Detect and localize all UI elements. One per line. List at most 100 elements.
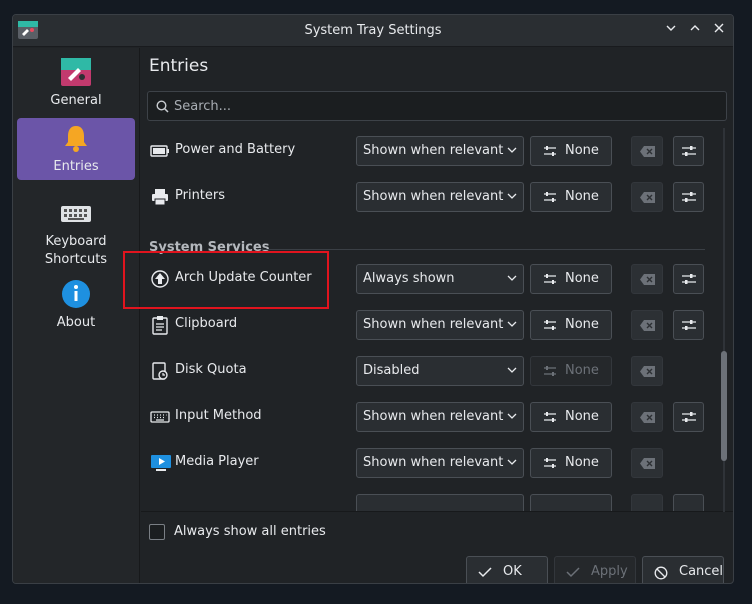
sidebar-item-keyboard-shortcuts[interactable]: Keyboard Shortcuts — [17, 194, 135, 267]
configure-button[interactable] — [673, 264, 704, 294]
scrollbar-thumb[interactable] — [721, 351, 727, 461]
clear-icon — [640, 192, 655, 203]
shortcut-value: None — [565, 189, 599, 204]
visibility-dropdown[interactable]: Shown when relevant — [356, 402, 524, 432]
configure-icon — [682, 192, 696, 202]
shortcut-button[interactable]: None — [530, 448, 612, 478]
list-item: Media Player Shown when relevant None — [141, 440, 721, 486]
shortcut-button[interactable]: None — [530, 310, 612, 340]
sliders-icon — [544, 274, 556, 284]
sidebar-item-label: About — [56, 315, 96, 330]
shortcut-value: None — [565, 455, 599, 470]
list-scrollbar[interactable] — [720, 128, 728, 512]
sliders-icon — [544, 366, 556, 376]
list-item: Clipboard Shown when relevant None — [141, 302, 721, 348]
configure-icon — [682, 274, 696, 284]
sidebar-item-entries[interactable]: Entries — [17, 118, 135, 180]
list-item: Arch Update Counter Always shown None — [141, 256, 721, 302]
checkmark-icon — [478, 567, 492, 578]
shortcut-button[interactable]: None — [530, 182, 612, 212]
sliders-icon — [544, 412, 556, 422]
apply-button[interactable]: Apply — [554, 556, 636, 583]
clear-icon — [640, 412, 655, 423]
clear-icon — [640, 458, 655, 469]
configure-button[interactable] — [673, 136, 704, 166]
shortcut-value: None — [565, 317, 599, 332]
clear-shortcut-button[interactable] — [631, 182, 663, 212]
configure-button[interactable] — [673, 182, 704, 212]
section-divider — [261, 249, 705, 250]
search-box[interactable] — [147, 91, 727, 121]
info-icon — [62, 280, 90, 308]
page-title: Entries — [149, 56, 209, 76]
shortcut-button[interactable]: None — [530, 136, 612, 166]
cancel-label: Cancel — [679, 564, 724, 579]
visibility-value: Shown when relevant — [363, 317, 504, 332]
ok-label: OK — [503, 564, 522, 579]
clear-shortcut-button[interactable] — [631, 448, 663, 478]
visibility-dropdown[interactable]: Shown when relevant — [356, 182, 524, 212]
list-item: Disk Quota Disabled None — [141, 348, 721, 394]
visibility-value: Shown when relevant — [363, 143, 504, 158]
sidebar-item-about[interactable]: About — [17, 274, 135, 336]
entry-label: Arch Update Counter — [175, 270, 312, 285]
clear-shortcut-button[interactable] — [631, 264, 663, 294]
title-bar: System Tray Settings — [13, 15, 733, 47]
chevron-down-icon — [507, 367, 517, 373]
minimize-button[interactable] — [661, 21, 681, 41]
visibility-value: Always shown — [363, 271, 455, 286]
close-button[interactable] — [709, 21, 729, 41]
keyboard-icon — [61, 206, 91, 222]
keyboard-icon — [150, 411, 170, 423]
clear-shortcut-button[interactable] — [631, 310, 663, 340]
cancel-icon — [654, 566, 668, 580]
chevron-down-icon — [666, 25, 676, 31]
maximize-button[interactable] — [685, 21, 705, 41]
configure-button[interactable] — [673, 494, 704, 511]
list-item: Input Method Shown when relevant None — [141, 394, 721, 440]
general-settings-icon — [61, 58, 91, 86]
configure-icon — [682, 320, 696, 330]
shortcut-button[interactable]: None — [530, 264, 612, 294]
shortcut-value: None — [565, 409, 599, 424]
visibility-dropdown[interactable]: Shown when relevant — [356, 310, 524, 340]
configure-icon — [682, 146, 696, 156]
clear-shortcut-button[interactable] — [631, 402, 663, 432]
search-icon — [156, 100, 169, 113]
visibility-value: Shown when relevant — [363, 455, 504, 470]
clear-shortcut-button[interactable] — [631, 136, 663, 166]
chevron-down-icon — [507, 275, 517, 281]
main-panel: Entries Power and Battery Shown when rel… — [141, 48, 733, 583]
list-item: Power and Battery Shown when relevant No… — [141, 128, 721, 174]
chevron-up-icon — [690, 25, 700, 31]
chevron-down-icon — [507, 321, 517, 327]
shortcut-button[interactable] — [530, 494, 612, 511]
sidebar: General Entries Keyboard Shortcuts About — [13, 48, 140, 583]
shortcut-button[interactable]: None — [530, 356, 612, 386]
configure-button[interactable] — [673, 402, 704, 432]
shortcut-button[interactable]: None — [530, 402, 612, 432]
visibility-dropdown[interactable]: Shown when relevant — [356, 448, 524, 478]
sliders-icon — [544, 458, 556, 468]
entry-label: Power and Battery — [175, 142, 296, 157]
close-icon — [714, 23, 724, 33]
visibility-dropdown[interactable]: Shown when relevant — [356, 136, 524, 166]
list-item: Printers Shown when relevant None — [141, 174, 721, 220]
visibility-dropdown[interactable]: Always shown — [356, 264, 524, 294]
visibility-dropdown[interactable] — [356, 494, 524, 511]
clear-shortcut-button[interactable] — [631, 494, 663, 511]
ok-button[interactable]: OK — [466, 556, 548, 583]
cancel-button[interactable]: Cancel — [642, 556, 724, 583]
visibility-dropdown[interactable]: Disabled — [356, 356, 524, 386]
configure-button[interactable] — [673, 310, 704, 340]
chevron-down-icon — [507, 413, 517, 419]
sidebar-item-general[interactable]: General — [17, 52, 135, 114]
printer-icon — [152, 189, 168, 206]
search-input[interactable] — [174, 92, 714, 120]
clear-icon — [640, 146, 655, 157]
chevron-down-icon — [507, 193, 517, 199]
clear-shortcut-button[interactable] — [631, 356, 663, 386]
checkbox-box[interactable] — [149, 524, 165, 540]
sidebar-item-label: General — [50, 93, 102, 108]
checkbox-label: Always show all entries — [174, 524, 326, 539]
